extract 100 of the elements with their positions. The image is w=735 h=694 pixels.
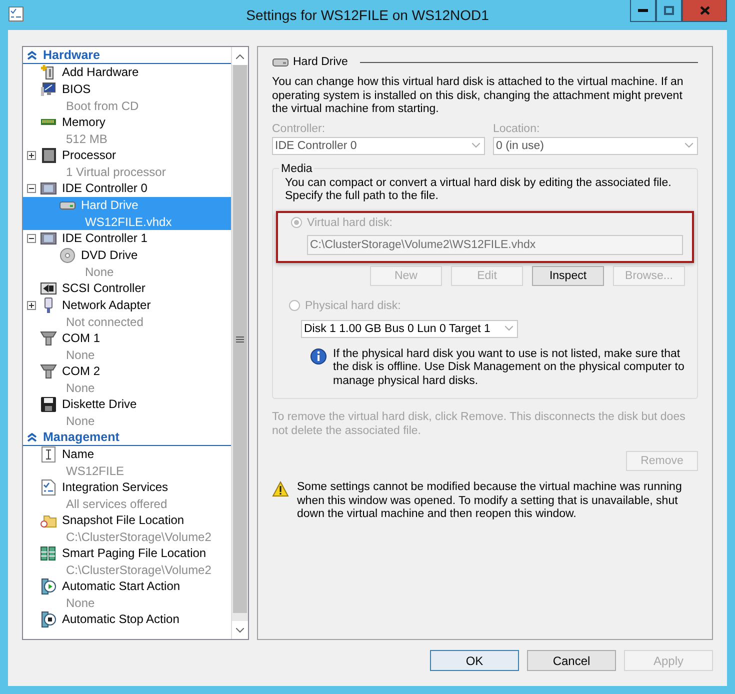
sidebar-item[interactable]: Memory 512 MB <box>23 114 231 147</box>
double-chevron-up-icon[interactable] <box>27 50 37 60</box>
item-detail: WS12FILE <box>65 462 124 479</box>
sidebar-item[interactable]: Smart Paging File Location C:\ClusterStorage\Volume2 <box>23 545 231 578</box>
remove-note: To remove the virtual hard disk, click Remove. This disconnects the disk but does not delete the associated file. <box>272 411 686 438</box>
serial-port-icon <box>40 363 57 380</box>
grip-icon <box>236 336 244 342</box>
scroll-up-icon[interactable] <box>236 54 244 58</box>
sidebar-item[interactable]: COM 2 None <box>23 363 231 396</box>
sidebar-item[interactable]: DVD Drive None <box>23 247 231 280</box>
item-detail: None <box>65 594 96 611</box>
checklist-icon <box>8 6 24 22</box>
window-title: Settings for WS12FILE on WS12NOD1 <box>246 6 489 25</box>
checklist-icon <box>40 479 57 496</box>
maximize-icon <box>664 6 674 15</box>
play-icon <box>40 578 57 595</box>
sidebar-item[interactable]: SCSI Controller <box>23 280 231 297</box>
dropdown-caret-icon <box>505 326 513 331</box>
controller-card-icon <box>40 180 57 197</box>
section-heading: Hardware <box>43 48 100 62</box>
item-label: Smart Paging File Location <box>62 546 206 560</box>
sidebar-item[interactable]: IDE Controller 1 <box>23 230 231 247</box>
item-label: Hard Drive <box>81 198 138 212</box>
expander-toggle[interactable] <box>27 234 36 243</box>
dropdown-caret-icon <box>685 143 693 148</box>
item-detail: C:\ClusterStorage\Volume2 <box>65 562 212 578</box>
item-label: SCSI Controller <box>62 281 146 295</box>
scroll-down-icon[interactable] <box>236 628 244 632</box>
item-label: IDE Controller 0 <box>62 181 148 195</box>
group-title: Media <box>280 162 314 174</box>
item-detail: None <box>65 346 96 363</box>
sidebar-item[interactable]: Integration Services All services offered <box>23 479 231 512</box>
scrollbar[interactable] <box>231 47 248 639</box>
serial-port-icon <box>40 330 57 347</box>
monitor-icon <box>40 81 57 98</box>
dropdown-caret-icon <box>472 143 480 148</box>
item-detail: WS12FILE.vhdx <box>84 214 172 230</box>
info-text: If the physical hard disk you want to use is not listed, make sure that the disk is offline. Use Disk Management on the physical computer to manage physical hard disks. <box>333 348 685 388</box>
section-heading: Management <box>43 430 120 444</box>
item-label: Memory <box>62 115 106 129</box>
sidebar-item[interactable]: Diskette Drive None <box>23 396 231 429</box>
item-label: DVD Drive <box>81 248 138 262</box>
info-icon <box>310 348 327 364</box>
item-label: Diskette Drive <box>62 397 137 411</box>
minimize-button[interactable] <box>630 0 656 22</box>
warning-text: Some settings cannot be modified because the virtual machine was running when this window was opened. To modify a setting that is unavailable, shut down the virtual machine and then reopen this window. <box>297 481 683 522</box>
sidebar-item[interactable]: Snapshot File Location C:\ClusterStorage\Volume2 <box>23 512 231 545</box>
item-detail: 512 MB <box>65 130 108 147</box>
expander-toggle[interactable] <box>27 184 36 193</box>
item-label: COM 2 <box>62 364 100 378</box>
sidebar-item[interactable]: Name WS12FILE <box>23 446 231 479</box>
sidebar-item[interactable]: BIOS Boot from CD <box>23 81 231 114</box>
item-detail: C:\ClusterStorage\Volume2 <box>65 528 212 545</box>
disc-icon <box>59 247 76 264</box>
description-text: You can compact or convert a virtual hard disk by editing the associated file. Specify the full path to the file. <box>285 176 672 204</box>
item-label: Integration Services <box>62 480 168 494</box>
item-label: Network Adapter <box>62 298 151 312</box>
expander-toggle[interactable] <box>27 151 36 160</box>
sidebar-item[interactable]: COM 1 None <box>23 330 231 363</box>
item-detail: 1 Virtual processor <box>65 164 166 180</box>
sidebar-item[interactable]: IDE Controller 0 <box>23 180 231 197</box>
scsi-card-icon <box>40 280 57 297</box>
text-cursor-icon <box>40 446 57 463</box>
hard-drive-icon <box>272 56 289 68</box>
sidebar-item[interactable]: Automatic Stop Action <box>23 611 231 628</box>
item-label: IDE Controller 1 <box>62 231 148 245</box>
dialog-button[interactable]: Cancel <box>527 650 616 671</box>
expander-toggle[interactable] <box>27 301 36 310</box>
field-label: Controller: <box>272 122 326 134</box>
item-label: Processor <box>62 148 116 162</box>
warning-icon <box>272 481 289 497</box>
sidebar-item[interactable]: Network Adapter Not connected <box>23 297 231 330</box>
item-label: BIOS <box>62 82 91 96</box>
item-detail: Not connected <box>65 314 144 330</box>
item-detail: None <box>65 412 96 429</box>
action-button[interactable]: Inspect <box>532 266 604 286</box>
stop-icon <box>40 611 57 628</box>
item-detail: None <box>65 380 96 396</box>
item-detail: None <box>84 264 115 280</box>
minimize-icon <box>638 9 648 12</box>
controller-card-icon <box>40 230 57 247</box>
item-label: Automatic Stop Action <box>62 612 180 626</box>
item-label: COM 1 <box>62 331 100 345</box>
processor-chip-icon <box>40 147 57 164</box>
item-label: Automatic Start Action <box>62 579 180 593</box>
close-button[interactable] <box>682 0 727 22</box>
section-heading: Hard Drive <box>293 56 348 68</box>
description-text: You can change how this virtual hard disk is attached to the virtual machine. If an operating system is installed on this disk, changing the attachment might prevent the virtual machine from starting. <box>272 76 684 116</box>
sidebar-item[interactable]: Processor 1 Virtual processor <box>23 147 231 180</box>
item-label: Name <box>62 447 94 461</box>
field-label: Location: <box>493 122 541 134</box>
paging-icon <box>40 545 57 562</box>
item-label: Snapshot File Location <box>62 513 184 527</box>
sidebar-item[interactable]: Add Hardware <box>23 64 231 81</box>
item-detail: All services offered <box>65 496 168 512</box>
dialog-button[interactable]: OK <box>430 650 519 671</box>
close-icon <box>700 6 710 15</box>
double-chevron-up-icon[interactable] <box>27 432 37 442</box>
item-label: Add Hardware <box>62 65 139 79</box>
sidebar-item[interactable]: Automatic Start Action None <box>23 578 231 611</box>
